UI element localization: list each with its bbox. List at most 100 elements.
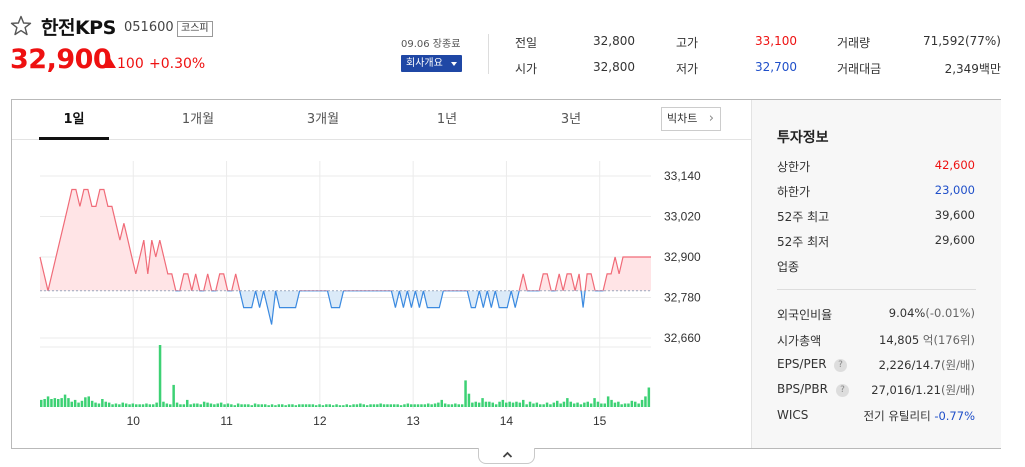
volume-bar [603, 403, 606, 407]
volume-bar [518, 402, 522, 407]
volume-bar [440, 399, 443, 407]
volume-bar [494, 404, 498, 407]
low-52w-value: 29,600 [934, 233, 975, 247]
big-chart-button[interactable]: 빅차트 › [661, 107, 721, 131]
volume-bar [165, 403, 169, 407]
collapse-chart-button[interactable] [478, 448, 535, 464]
volume-bar [267, 405, 270, 407]
volume-bar [576, 402, 579, 407]
volume-bar [236, 403, 240, 407]
volume-bar [345, 404, 348, 407]
volume-bar [73, 399, 77, 407]
volume-bar [247, 404, 250, 407]
tab-1day[interactable]: 1일 [39, 100, 109, 140]
x-tick-label: 12 [313, 414, 327, 428]
tab-1year[interactable]: 1년 [412, 100, 482, 140]
volume-bar [410, 404, 413, 407]
volume-bar [50, 399, 53, 407]
volume-bar [379, 403, 382, 407]
volume-bar [335, 404, 338, 407]
volume-bar [111, 404, 114, 407]
volume-bar [640, 399, 644, 407]
volume-bar [77, 402, 80, 407]
volume-bar [90, 400, 94, 407]
amount-value: 2,349백만 [944, 62, 1001, 76]
foreign-ratio-label: 외국인비율 [777, 308, 833, 322]
tab-1month[interactable]: 1개월 [163, 100, 233, 140]
stock-header: 한전KPS 051600 코스피 32,900 100 +0.30% 09.06… [0, 0, 1025, 90]
volume-bar [433, 403, 437, 407]
caret-down-icon [451, 62, 457, 66]
volume-bar [60, 398, 63, 407]
wics-sector[interactable]: 전기 유틸리티 [864, 409, 931, 423]
favorite-star-icon[interactable] [9, 14, 33, 38]
info-divider [777, 289, 976, 290]
volume-bar [600, 403, 603, 407]
volume-bar [376, 404, 379, 407]
volume-bar [308, 404, 311, 407]
volume-bar [189, 404, 192, 407]
volume-bar [250, 405, 253, 407]
investment-info-title: 투자정보 [777, 130, 829, 146]
volume-bar [240, 404, 243, 407]
volume-bar [352, 404, 355, 407]
volume-bar [481, 398, 484, 407]
prev-close-label: 전일 [515, 36, 538, 50]
high-value: 33,100 [755, 34, 797, 48]
volume-bar [94, 402, 97, 407]
volume-bar [617, 401, 620, 407]
volume-bar [287, 404, 291, 407]
volume-bar [637, 403, 640, 407]
volume-bar [501, 399, 505, 407]
volume-bar [535, 402, 539, 407]
volume-bar [172, 384, 175, 407]
volume-label: 거래량 [837, 36, 871, 50]
eps-per-unit: (원/배) [940, 358, 975, 372]
volume-bar [498, 401, 501, 407]
wics-label: WICS [777, 408, 809, 422]
volume-bar [107, 402, 111, 407]
volume-bar [559, 403, 562, 407]
foreign-ratio-value: 9.04%(-0.01%) [889, 306, 975, 320]
volume-bar [321, 405, 325, 407]
volume-bar [549, 404, 552, 407]
tab-3year[interactable]: 3년 [536, 100, 606, 140]
volume-bar [270, 404, 274, 407]
volume-bar [586, 401, 589, 407]
period-tabs: 1일 1개월 3개월 1년 3년 빅차트 › [12, 100, 751, 140]
volume-bar [579, 404, 583, 407]
volume-bar [430, 404, 433, 407]
volume-bar [40, 399, 43, 407]
volume-bar [57, 399, 60, 407]
volume-bar [369, 404, 372, 407]
volume-bar [365, 405, 369, 407]
volume-bar [427, 403, 430, 407]
volume-bar [627, 403, 630, 407]
volume-bar [644, 396, 647, 407]
tab-3month[interactable]: 3개월 [288, 100, 358, 140]
volume-bar [437, 402, 440, 407]
volume-bar [372, 404, 376, 407]
eps-per-value: 2,226/14.7(원/배) [879, 357, 975, 373]
foreign-ratio-change: (-0.01%) [925, 306, 975, 320]
help-icon[interactable]: ? [836, 384, 849, 397]
company-overview-button[interactable]: 회사개요 [401, 55, 462, 72]
upper-limit-label: 상한가 [777, 160, 811, 174]
current-price: 32,900 [10, 44, 112, 75]
volume-bar [610, 399, 613, 407]
volume-bar [314, 405, 318, 407]
volume-bar [539, 404, 542, 407]
y-tick-label: 32,900 [664, 250, 701, 264]
volume-bar [294, 405, 298, 407]
volume-bar [213, 404, 216, 407]
volume-bar [460, 404, 464, 407]
volume-bar [596, 401, 600, 407]
volume-bar [223, 404, 226, 407]
low-52w-label: 52주 최저 [777, 235, 830, 249]
open-label: 시가 [515, 62, 538, 76]
x-tick-label: 14 [500, 414, 514, 428]
help-icon[interactable]: ? [834, 359, 847, 372]
volume-bar [311, 404, 315, 407]
high-52w-value: 39,600 [934, 208, 975, 222]
volume-bar [304, 404, 308, 407]
